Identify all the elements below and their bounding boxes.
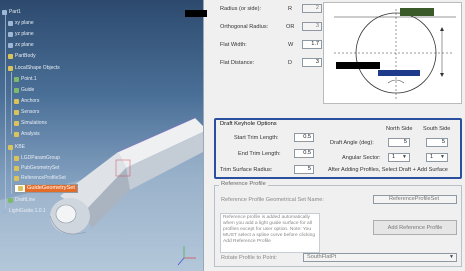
orthogonal-radius-label: Orthogonal Radius:: [220, 24, 269, 30]
set-icon: [14, 165, 19, 171]
rotate-profile-select[interactable]: SouthFlatPt ▼: [303, 253, 457, 262]
folder-icon: [8, 65, 13, 71]
body-icon: [8, 53, 13, 59]
flat-distance-symbol: D: [288, 60, 293, 66]
trim-surface-radius-label: Trim Surface Radius:: [220, 167, 273, 173]
set-icon: [14, 131, 19, 137]
light-guide-dialog: Radius (or side): R 2 Orthogonal Radius:…: [203, 0, 465, 271]
tree-item-partbody[interactable]: PartBody: [8, 52, 36, 60]
curve-icon: [8, 197, 13, 203]
tree-item-point[interactable]: Point.1: [14, 75, 37, 83]
reference-profile-note: Reference profile is added automatically…: [220, 213, 320, 253]
add-reference-profile-button[interactable]: Add Reference Profile: [373, 220, 457, 235]
set-icon: [14, 109, 19, 115]
reference-geometrical-set-field[interactable]: ReferenceProfileSet: [373, 195, 457, 204]
orthogonal-radius-field[interactable]: 3: [302, 22, 322, 31]
start-trim-field[interactable]: 0.5: [294, 133, 314, 142]
set-icon: [14, 120, 19, 126]
tree-item-sensors[interactable]: Sensors: [14, 108, 39, 116]
start-trim-label: Start Trim Length:: [234, 135, 279, 141]
plane-icon: [8, 20, 13, 26]
plane-icon: [8, 42, 13, 48]
set-icon: [8, 144, 13, 150]
tree-item-lightguide[interactable]: LightGuide.1.0.1: [2, 207, 46, 215]
radius-field[interactable]: 2: [302, 4, 322, 13]
artifact-block: [185, 10, 207, 17]
north-angular-sector-select[interactable]: 1 ▼: [388, 153, 410, 162]
tree-item-xy-plane[interactable]: xy plane: [8, 19, 34, 27]
tree-item-guidegeometryset[interactable]: GuideGeometrySet: [14, 184, 78, 193]
south-angular-sector-select[interactable]: 1 ▼: [426, 153, 448, 162]
tree-item-kbe[interactable]: KBE: [8, 143, 25, 151]
chevron-down-icon: ▼: [440, 154, 445, 160]
north-draft-angle-field[interactable]: 5: [388, 138, 410, 147]
draft-keyhole-options-group: Draft Keyhole Options Start Trim Length:…: [214, 118, 462, 179]
set-icon: [14, 98, 19, 104]
tree-item-localshape-objects[interactable]: LocalShape Objects: [8, 64, 60, 72]
flat-distance-field[interactable]: 3: [302, 58, 322, 67]
set-icon: [14, 155, 19, 161]
orthogonal-radius-symbol: OR: [286, 24, 295, 30]
draft-angle-label: Draft Angle (deg):: [330, 140, 374, 146]
set-icon: [18, 186, 23, 191]
artifact-block: [378, 70, 420, 76]
curve-icon: [14, 87, 19, 93]
artifact-block: [400, 8, 434, 16]
tree-item-analysis[interactable]: Analysis: [14, 130, 40, 138]
set-icon: [14, 175, 19, 181]
tree-item-draftline[interactable]: DraftLine: [8, 196, 35, 204]
chevron-down-icon: ▼: [449, 254, 454, 260]
plane-icon: [8, 31, 13, 37]
trim-surface-radius-field[interactable]: 5: [294, 165, 314, 174]
north-side-header: North Side: [386, 126, 413, 132]
draft-keyhole-title: Draft Keyhole Options: [220, 121, 277, 127]
tree-item-anchors[interactable]: Anchors: [14, 97, 39, 105]
end-trim-label: End Trim Length:: [238, 151, 281, 157]
flat-width-label: Flat Width:: [220, 42, 247, 48]
flat-distance-label: Flat Distance:: [220, 60, 255, 66]
artifact-block: [336, 62, 380, 69]
add-profiles-hint: After Adding Profiles, Select Draft + Ad…: [328, 167, 448, 173]
tree-item-guide[interactable]: Guide: [14, 86, 34, 94]
part-icon: [2, 208, 7, 214]
tree-item-lgdparamgroup[interactable]: LGDParamGroup: [14, 154, 60, 162]
flat-width-field[interactable]: 1.7: [302, 40, 322, 49]
flat-width-symbol: W: [288, 42, 294, 48]
tree-item-part[interactable]: Part1: [2, 8, 21, 16]
chevron-down-icon: ▼: [402, 154, 407, 160]
tree-item-yz-plane[interactable]: yz plane: [8, 30, 34, 38]
south-draft-angle-field[interactable]: 5: [426, 138, 448, 147]
profile-preview: [323, 2, 462, 104]
radius-symbol: R: [288, 6, 293, 12]
angular-sector-label: Angular Sector:: [342, 155, 381, 161]
reference-geometrical-set-label: Reference Profile Geometrical Set Name:: [221, 197, 324, 203]
rotate-profile-label: Rotate Profile to Point:: [221, 255, 277, 261]
part-icon: [2, 9, 7, 15]
reference-profile-title: Reference Profile: [219, 181, 268, 187]
tree-item-referenceprofileset[interactable]: ReferenceProfileSet: [14, 174, 66, 182]
tree-item-zx-plane[interactable]: zx plane: [8, 41, 34, 49]
end-trim-field[interactable]: 0.5: [294, 149, 314, 158]
south-side-header: South Side: [423, 126, 451, 132]
radius-label: Radius (or side):: [220, 6, 262, 12]
tree-item-pubgeometryset[interactable]: PubGeometrySet: [14, 164, 59, 172]
3d-viewport[interactable]: Part1 xy plane yz plane zx plane PartBod…: [0, 0, 203, 271]
tree-item-simulations[interactable]: Simulations: [14, 119, 47, 127]
point-icon: [14, 76, 19, 82]
